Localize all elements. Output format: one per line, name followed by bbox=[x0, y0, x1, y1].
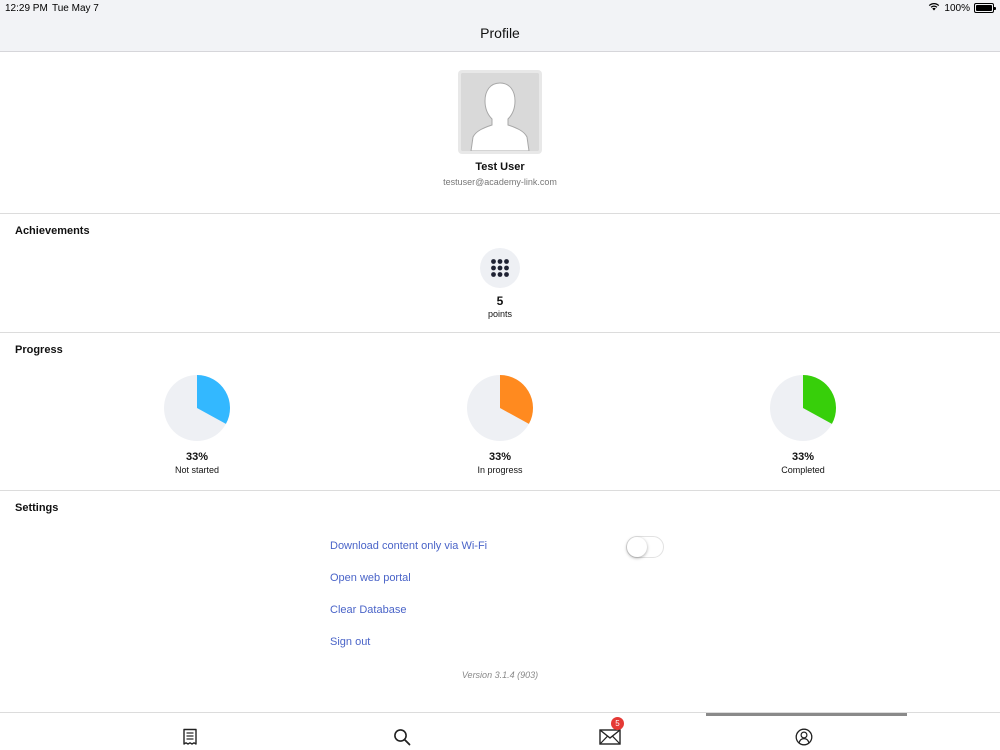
toggle-knob bbox=[627, 537, 647, 557]
clear-database-link[interactable]: Clear Database bbox=[330, 604, 406, 616]
progress-title: Progress bbox=[15, 344, 63, 356]
page-title: Profile bbox=[480, 25, 520, 41]
open-web-portal-link[interactable]: Open web portal bbox=[330, 572, 411, 584]
wifi-only-toggle[interactable] bbox=[626, 536, 664, 558]
progress-percent: 33% bbox=[791, 451, 815, 463]
mail-badge: 5 bbox=[611, 717, 624, 730]
status-date: Tue May 7 bbox=[52, 3, 99, 14]
settings-section: Settings Download content only via Wi-Fi… bbox=[0, 492, 1000, 712]
avatar[interactable] bbox=[458, 70, 542, 154]
achievements-section: Achievements 5 points bbox=[0, 215, 1000, 333]
progress-pie-in-progress bbox=[467, 375, 534, 441]
progress-pie-completed bbox=[770, 375, 837, 441]
profile-icon bbox=[795, 728, 813, 746]
progress-label: In progress bbox=[477, 465, 523, 475]
search-icon bbox=[394, 729, 411, 746]
settings-title: Settings bbox=[15, 502, 59, 514]
app-version: Version 3.1.4 (903) bbox=[461, 670, 539, 680]
sign-out-link[interactable]: Sign out bbox=[330, 636, 370, 648]
battery-icon bbox=[974, 3, 996, 13]
tab-search[interactable] bbox=[390, 725, 414, 749]
progress-in-progress: 33% In progress bbox=[440, 374, 560, 475]
tab-profile[interactable] bbox=[792, 725, 816, 749]
wifi-icon bbox=[928, 2, 940, 14]
tab-receipt[interactable] bbox=[178, 725, 202, 749]
progress-completed: 33% Completed bbox=[743, 374, 863, 475]
progress-percent: 33% bbox=[488, 451, 512, 463]
status-bar: 12:29 PM Tue May 7 100% bbox=[0, 0, 1000, 16]
progress-label: Not started bbox=[174, 465, 220, 475]
nav-bar: Profile bbox=[0, 16, 1000, 52]
progress-not-started: 33% Not started bbox=[137, 374, 257, 475]
progress-section: Progress 33% Not started 33% In progress… bbox=[0, 334, 1000, 491]
user-name: Test User bbox=[475, 161, 525, 173]
receipt-icon bbox=[183, 728, 197, 745]
progress-percent: 33% bbox=[185, 451, 209, 463]
user-email: testuser@academy-link.com bbox=[443, 177, 557, 187]
tab-bar: 5 bbox=[0, 712, 1000, 750]
avatar-placeholder-icon bbox=[461, 73, 539, 151]
active-tab-indicator bbox=[706, 713, 907, 716]
battery-percent: 100% bbox=[944, 2, 970, 14]
status-right: 100% bbox=[928, 2, 996, 14]
status-time: 12:29 PM bbox=[5, 3, 48, 14]
achievements-title: Achievements bbox=[15, 225, 90, 237]
achievement-points-value: 5 bbox=[496, 294, 504, 308]
achievement-points-label: points bbox=[487, 309, 513, 319]
progress-label: Completed bbox=[781, 465, 825, 475]
progress-pie-not-started bbox=[164, 375, 231, 441]
wifi-only-setting-label[interactable]: Download content only via Wi-Fi bbox=[330, 540, 487, 552]
mail-icon bbox=[599, 729, 621, 745]
profile-section: Test User testuser@academy-link.com bbox=[0, 52, 1000, 214]
grid-dots-icon bbox=[480, 248, 520, 288]
